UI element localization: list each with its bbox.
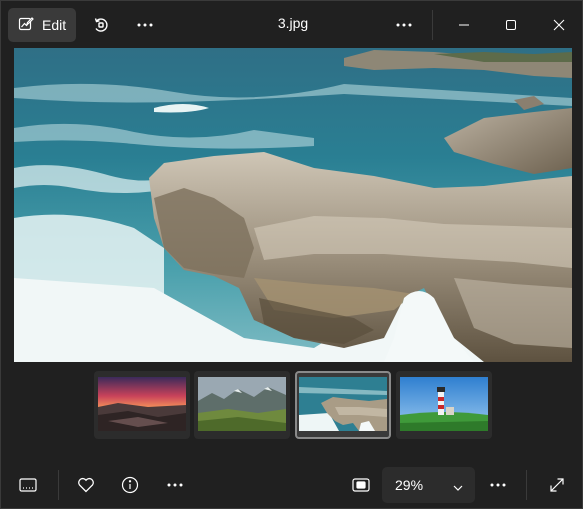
heart-icon [77, 477, 95, 493]
info-button[interactable] [113, 468, 147, 502]
more-icon [395, 22, 413, 28]
title-more-button[interactable] [387, 8, 421, 42]
lighthouse-meadow-thumbnail [400, 377, 488, 431]
title-divider [432, 10, 433, 40]
minimize-button[interactable] [447, 8, 481, 42]
chevron-down-icon [453, 479, 463, 495]
fit-to-window-icon [352, 478, 370, 492]
filmstrip [94, 371, 494, 439]
close-button[interactable] [542, 8, 576, 42]
fit-to-window-button[interactable] [344, 468, 378, 502]
title-bar: Edit 3.jpg [1, 1, 583, 47]
maximize-icon [505, 19, 517, 31]
minimize-icon [458, 19, 470, 31]
zoom-value: 29% [395, 477, 424, 493]
sunset-shore-thumbnail [98, 377, 186, 431]
edit-button[interactable]: Edit [8, 8, 76, 42]
zoom-dropdown[interactable]: 29% [382, 467, 475, 503]
edit-image-icon [18, 16, 34, 35]
mountain-valley-thumbnail [198, 377, 286, 431]
bottom-divider-left [58, 470, 59, 500]
bottom-toolbar: 29% [1, 462, 583, 509]
more-icon [166, 482, 184, 488]
edit-label: Edit [42, 17, 67, 33]
thumbnail-2[interactable] [194, 371, 290, 439]
close-icon [553, 19, 565, 31]
filmstrip-icon [19, 478, 37, 492]
thumbnail-4[interactable] [396, 371, 492, 439]
rotate-icon [92, 16, 110, 34]
bottom-divider-right [526, 470, 527, 500]
bottom-more-button[interactable] [158, 468, 192, 502]
fullscreen-icon [549, 477, 565, 493]
info-icon [121, 476, 139, 494]
thumbnail-3[interactable] [295, 371, 391, 439]
rotate-button[interactable] [84, 8, 118, 42]
filmstrip-toggle-button[interactable] [11, 468, 45, 502]
coastline-thumbnail [299, 377, 387, 431]
more-icon [489, 482, 507, 488]
file-name-title: 3.jpg [277, 15, 309, 31]
favorite-button[interactable] [69, 468, 103, 502]
maximize-button[interactable] [494, 8, 528, 42]
more-icon [136, 22, 154, 28]
thumbnail-1[interactable] [94, 371, 190, 439]
more-options-button[interactable] [128, 8, 162, 42]
photos-window: Edit 3.jpg 29% [0, 0, 583, 509]
fullscreen-button[interactable] [540, 468, 574, 502]
main-photo[interactable] [14, 48, 572, 362]
coastline-photo [14, 48, 572, 362]
zoom-more-button[interactable] [481, 468, 515, 502]
